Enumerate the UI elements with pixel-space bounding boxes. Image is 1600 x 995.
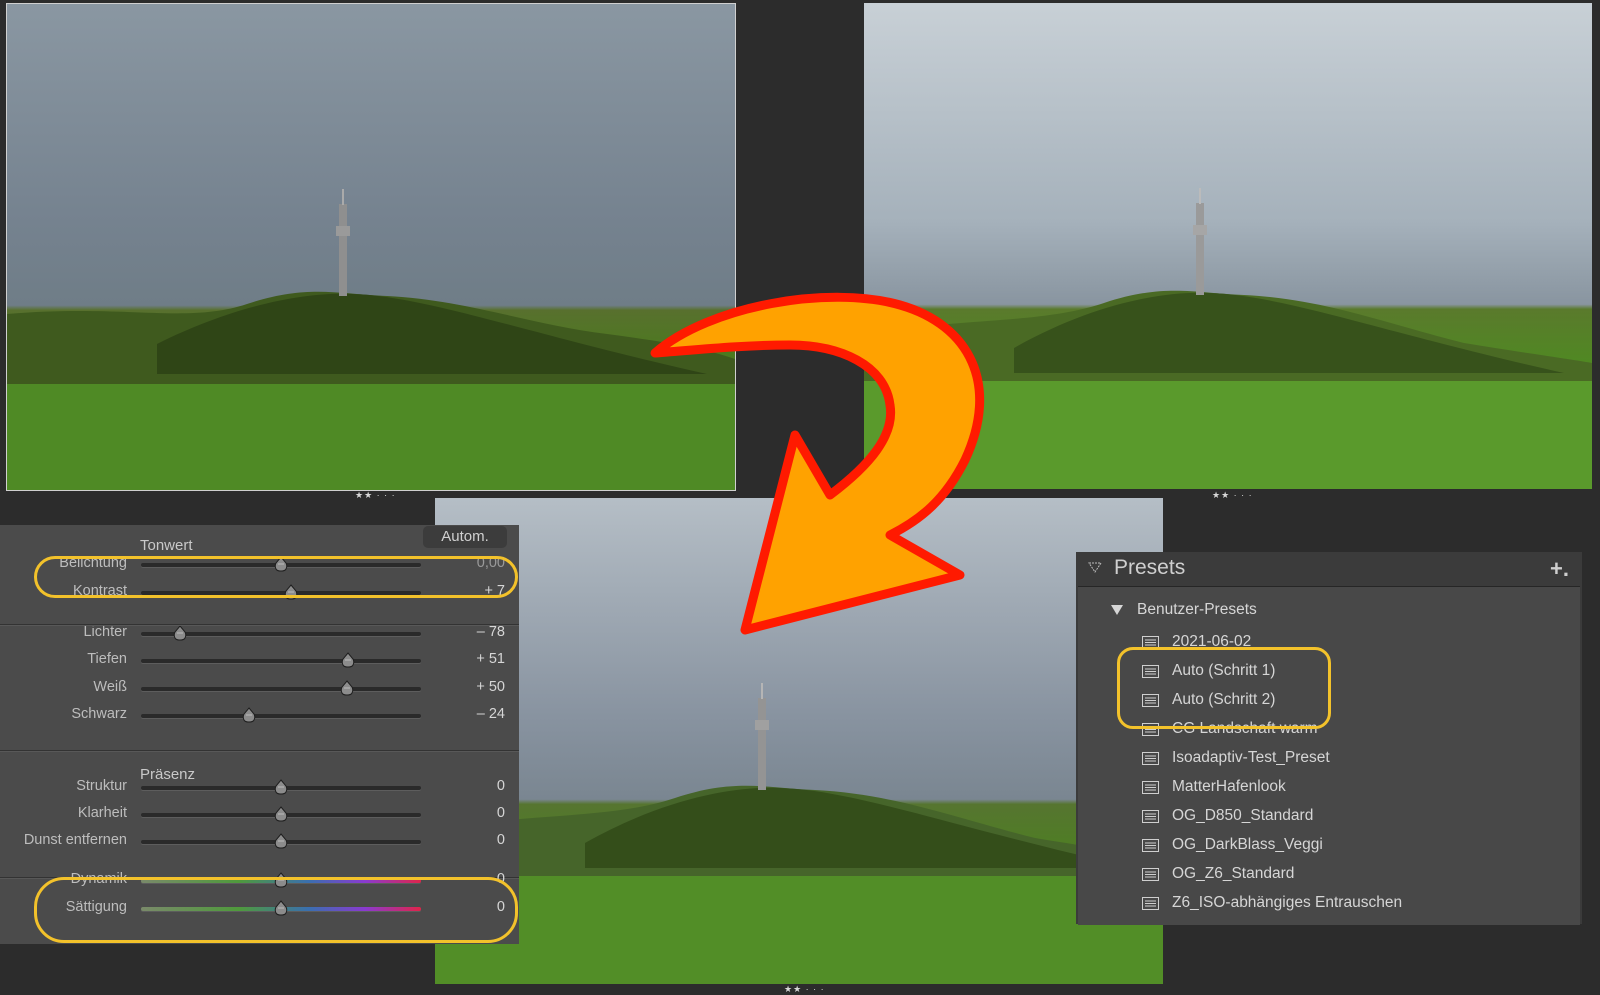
preset-list-icon (1142, 897, 1159, 910)
preset-name: OG_D850_Standard (1172, 807, 1314, 824)
preset-folder-label: Benutzer-Presets (1137, 601, 1257, 618)
slider-label: Dunst entfernen (23, 832, 127, 848)
preset-list-icon (1142, 636, 1159, 649)
tone-section-title: Tonwert (140, 537, 193, 554)
slider-value[interactable]: 0 (497, 805, 505, 821)
preset-name: Auto (Schritt 1) (1172, 662, 1276, 679)
divider (0, 624, 519, 625)
presets-panel: Presets +. Benutzer-Presets 2021-06-02 Au… (1076, 552, 1582, 925)
preset-name: OG_DarkBlass_Veggi (1172, 836, 1323, 853)
slider-thumb-icon[interactable] (274, 872, 288, 888)
slider-thumb-icon[interactable] (341, 652, 355, 668)
slider-belichtung[interactable]: Belichtung 0,00 (0, 553, 519, 575)
slider-label: Belichtung (59, 555, 127, 571)
slider-value[interactable]: 0 (497, 778, 505, 794)
slider-kontrast[interactable]: Kontrast + 7 (0, 581, 519, 603)
slider-label: Dynamik (70, 871, 127, 887)
preset-list-icon (1142, 723, 1159, 736)
preset-list-icon (1142, 752, 1159, 765)
slider-track[interactable] (141, 714, 421, 718)
develop-basic-panel: Tonwert Autom. Belichtung 0,00 Kontrast + 7… (0, 525, 519, 944)
slider-value[interactable]: 0 (497, 832, 505, 848)
preset-name: MatterHafenlook (1172, 778, 1286, 795)
slider-label: Kontrast (73, 583, 127, 599)
slider-thumb-icon[interactable] (274, 806, 288, 822)
preset-list-icon (1142, 665, 1159, 678)
slider-schwarz[interactable]: Schwarz – 24 (0, 704, 519, 726)
slider-thumb-icon[interactable] (340, 680, 354, 696)
slider-track[interactable] (141, 659, 421, 663)
slider-value[interactable]: + 7 (484, 583, 505, 599)
preset-list-icon (1142, 868, 1159, 881)
collapse-triangle-icon[interactable] (1088, 560, 1102, 574)
preset-name: Isoadaptiv-Test_Preset (1172, 749, 1330, 766)
slider-label: Weiß (93, 679, 127, 695)
slider-label: Sättigung (65, 899, 127, 915)
preset-name: CG Landschaft warm (1172, 720, 1318, 737)
slider-label: Tiefen (87, 651, 127, 667)
slider-label: Struktur (76, 778, 127, 794)
slider-weiß[interactable]: Weiß + 50 (0, 677, 519, 699)
rating-stars[interactable]: ★★ · · · (784, 984, 825, 995)
preset-folder-user[interactable]: Benutzer-Presets (1111, 601, 1257, 619)
slider-thumb-icon[interactable] (274, 779, 288, 795)
rating-stars[interactable]: ★★ · · · (1212, 490, 1253, 501)
slider-thumb-icon[interactable] (242, 707, 256, 723)
landscape-image (7, 189, 735, 490)
slider-label: Klarheit (77, 805, 127, 821)
slider-dunst-entfernen[interactable]: Dunst entfernen 0 (0, 830, 519, 852)
slider-track[interactable] (141, 687, 421, 691)
presets-header[interactable]: Presets +. (1076, 552, 1582, 586)
rating-stars[interactable]: ★★ · · · (355, 490, 396, 501)
slider-thumb-icon[interactable] (274, 833, 288, 849)
slider-value[interactable]: – 24 (477, 706, 505, 722)
presets-title: Presets (1114, 556, 1186, 579)
slider-value[interactable]: – 78 (477, 624, 505, 640)
slider-thumb-icon[interactable] (274, 900, 288, 916)
slider-thumb-icon[interactable] (274, 556, 288, 572)
preset-name: OG_Z6_Standard (1172, 865, 1295, 882)
preset-name: Z6_ISO-abhängiges Entrauschen (1172, 894, 1403, 911)
auto-tone-button[interactable]: Autom. (423, 526, 507, 548)
slider-tiefen[interactable]: Tiefen + 51 (0, 649, 519, 671)
slider-value[interactable]: 0,00 (477, 555, 505, 571)
preset-name: Auto (Schritt 2) (1172, 691, 1276, 708)
preset-list-icon (1142, 810, 1159, 823)
slider-label: Schwarz (71, 706, 127, 722)
add-preset-icon[interactable]: +. (1550, 556, 1569, 582)
slider-dynamik[interactable]: Dynamik 0 (0, 869, 519, 891)
slider-thumb-icon[interactable] (173, 625, 187, 641)
slider-value[interactable]: + 50 (476, 679, 505, 695)
disclosure-triangle-icon[interactable] (1111, 604, 1123, 615)
slider-value[interactable]: + 51 (476, 651, 505, 667)
slider-sättigung[interactable]: Sättigung 0 (0, 897, 519, 919)
presets-list: Benutzer-Presets 2021-06-02 Auto (Schritt… (1078, 586, 1580, 925)
slider-lichter[interactable]: Lichter – 78 (0, 622, 519, 644)
slider-value[interactable]: 0 (497, 899, 505, 915)
slider-label: Lichter (83, 624, 127, 640)
preset-list-icon (1142, 694, 1159, 707)
slider-thumb-icon[interactable] (284, 584, 298, 600)
slider-struktur[interactable]: Struktur 0 (0, 776, 519, 798)
curved-arrow-icon (650, 292, 985, 635)
preset-name: 2021-06-02 (1172, 633, 1252, 650)
slider-track[interactable] (141, 591, 421, 595)
photo-before[interactable] (6, 3, 736, 491)
preset-list-icon (1142, 839, 1159, 852)
divider (0, 750, 519, 751)
preset-list-icon (1142, 781, 1159, 794)
slider-klarheit[interactable]: Klarheit 0 (0, 803, 519, 825)
slider-value[interactable]: 0 (497, 871, 505, 887)
